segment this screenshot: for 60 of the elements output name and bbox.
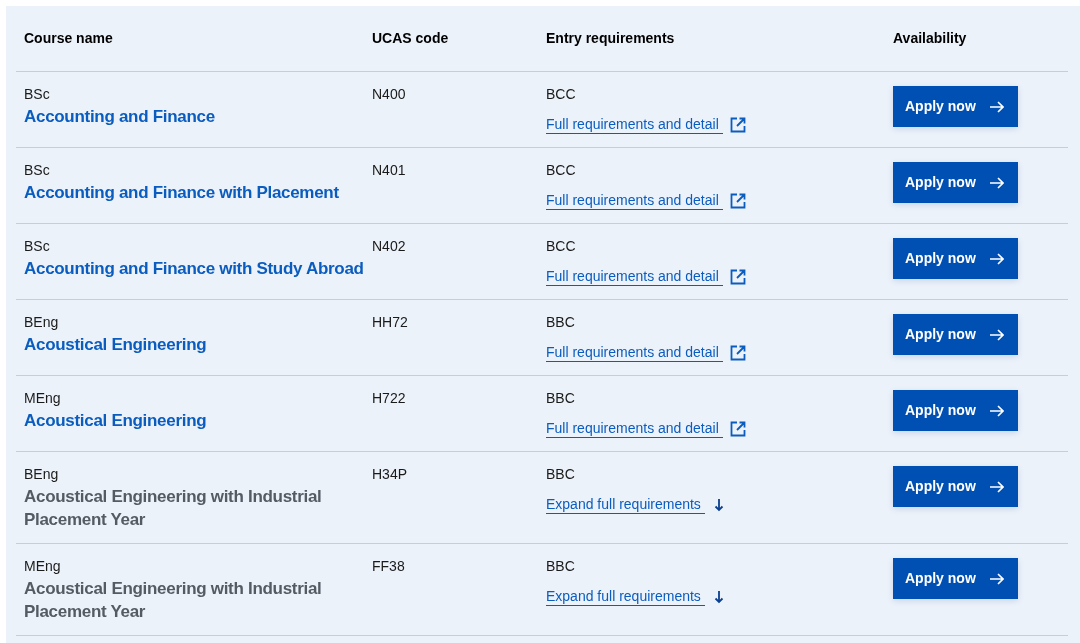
ucas-code: H722 bbox=[372, 390, 406, 407]
ucas-code: N401 bbox=[372, 162, 406, 179]
column-header: Course name bbox=[24, 29, 113, 48]
expand-requirements-link[interactable]: Expand full requirements bbox=[546, 496, 705, 514]
requirements-link[interactable]: Full requirements and detail bbox=[546, 116, 723, 134]
down-arrow-icon bbox=[713, 590, 724, 604]
ucas-code: N400 bbox=[372, 86, 406, 103]
entry-grades: BCC bbox=[546, 86, 576, 103]
course-link[interactable]: Accounting and Finance with Placement bbox=[24, 181, 347, 204]
course-link[interactable]: Accounting and Finance with Study Abroad bbox=[24, 257, 372, 280]
ucas-code: H34P bbox=[372, 466, 408, 483]
course-name: Acoustical Engineering with Industrial Placement Year bbox=[24, 486, 323, 531]
apply-button[interactable]: Apply now bbox=[893, 558, 1018, 599]
expand-requirements-link[interactable]: Expand full requirements bbox=[546, 588, 705, 606]
external-link-icon bbox=[729, 269, 746, 285]
requirements-link[interactable]: Full requirements and detail bbox=[546, 420, 723, 438]
external-link-icon bbox=[729, 193, 746, 209]
degree-type: BSc bbox=[24, 86, 50, 103]
ucas-code: HH72 bbox=[372, 314, 408, 331]
apply-button[interactable]: Apply now bbox=[893, 390, 1018, 431]
degree-type: BSc bbox=[24, 162, 50, 179]
column-header: Entry requirements bbox=[546, 29, 675, 48]
requirements-link[interactable]: Full requirements and detail bbox=[546, 268, 723, 286]
entry-grades: BBC bbox=[546, 390, 575, 407]
degree-type: MEng bbox=[24, 390, 61, 407]
column-header: UCAS code bbox=[372, 29, 449, 48]
apply-button[interactable]: Apply now bbox=[893, 162, 1018, 203]
arrow-right-icon bbox=[989, 176, 1004, 189]
course-link[interactable]: Accounting and Finance bbox=[24, 105, 223, 128]
external-link-icon bbox=[729, 345, 746, 361]
course-link[interactable]: Acoustical Engineering bbox=[24, 333, 215, 356]
degree-type: BEng bbox=[24, 314, 59, 331]
requirements-link[interactable]: Full requirements and detail bbox=[546, 344, 723, 362]
arrow-right-icon bbox=[989, 572, 1004, 585]
arrow-right-icon bbox=[989, 480, 1004, 493]
apply-button[interactable]: Apply now bbox=[893, 466, 1018, 507]
arrow-right-icon bbox=[989, 252, 1004, 265]
apply-button[interactable]: Apply now bbox=[893, 238, 1018, 279]
entry-grades: BBC bbox=[546, 558, 575, 575]
degree-type: BEng bbox=[24, 466, 59, 483]
apply-button[interactable]: Apply now bbox=[893, 86, 1018, 127]
external-link-icon bbox=[729, 421, 746, 437]
arrow-right-icon bbox=[989, 328, 1004, 341]
entry-grades: BBC bbox=[546, 314, 575, 331]
column-header: Availability bbox=[893, 29, 967, 48]
entry-grades: BCC bbox=[546, 162, 576, 179]
course-link[interactable]: Acoustical Engineering bbox=[24, 409, 215, 432]
ucas-code: FF38 bbox=[372, 558, 405, 575]
requirements-link[interactable]: Full requirements and detail bbox=[546, 192, 723, 210]
course-name: Acoustical Engineering with Industrial Placement Year bbox=[24, 578, 323, 623]
arrow-right-icon bbox=[989, 404, 1004, 417]
arrow-right-icon bbox=[989, 100, 1004, 113]
entry-grades: BCC bbox=[546, 238, 576, 255]
external-link-icon bbox=[729, 117, 746, 133]
ucas-code: N402 bbox=[372, 238, 406, 255]
degree-type: BSc bbox=[24, 238, 50, 255]
degree-type: MEng bbox=[24, 558, 61, 575]
entry-grades: BBC bbox=[546, 466, 575, 483]
apply-button[interactable]: Apply now bbox=[893, 314, 1018, 355]
down-arrow-icon bbox=[713, 498, 724, 512]
